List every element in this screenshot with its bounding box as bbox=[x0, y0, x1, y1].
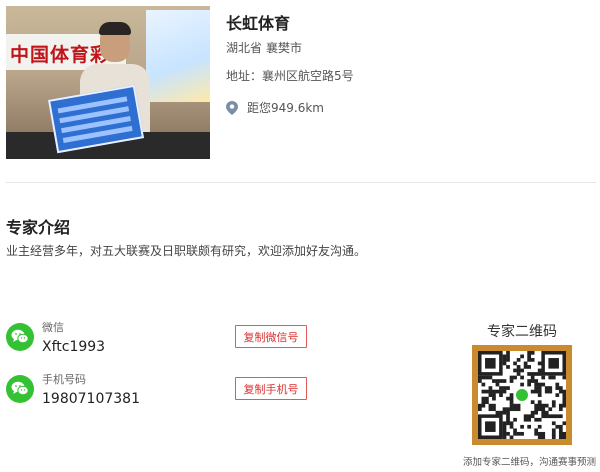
qr-finder-pattern bbox=[485, 358, 496, 369]
store-distance: 距您949.6km bbox=[226, 99, 324, 116]
qr-finder-pattern bbox=[548, 358, 559, 369]
qr-finder-pattern bbox=[485, 421, 496, 432]
copy-wechat-button[interactable]: 复制微信号 bbox=[235, 325, 307, 348]
wechat-icon bbox=[6, 323, 34, 351]
intro-title: 专家介绍 bbox=[6, 218, 71, 237]
distance-text: 距您949.6km bbox=[247, 101, 324, 115]
store-city: 襄樊市 bbox=[266, 41, 303, 55]
qr-wechat-logo-icon bbox=[516, 389, 528, 401]
photo-poster bbox=[146, 10, 210, 102]
store-photo: 中国体育彩 bbox=[6, 6, 210, 159]
wechat-label: 微信 bbox=[42, 321, 64, 334]
qr-code[interactable] bbox=[472, 345, 572, 445]
qr-title: 专家二维码 bbox=[487, 324, 557, 340]
phone-label: 手机号码 bbox=[42, 373, 86, 386]
store-region: 湖北省 襄樊市 bbox=[226, 39, 302, 56]
qr-caption: 添加专家二维码，沟通赛事预测 bbox=[462, 457, 596, 468]
intro-text: 业主经营多年，对五大联赛及日职联颇有研究，欢迎添加好友沟通。 bbox=[6, 244, 367, 258]
qr-code-image bbox=[478, 351, 567, 440]
wechat-icon bbox=[6, 375, 34, 403]
contact-phone: 手机号码 19807107381 bbox=[6, 373, 140, 409]
section-divider bbox=[6, 182, 596, 183]
store-address: 地址：襄州区航空路5号 bbox=[226, 69, 354, 83]
contact-wechat: 微信 Xftc1993 bbox=[6, 321, 105, 357]
phone-number: 19807107381 bbox=[42, 391, 140, 407]
location-pin-icon bbox=[226, 100, 238, 115]
store-province: 湖北省 bbox=[226, 41, 263, 55]
wechat-id: Xftc1993 bbox=[42, 339, 106, 355]
store-name: 长虹体育 bbox=[226, 14, 291, 33]
copy-phone-button[interactable]: 复制手机号 bbox=[235, 377, 307, 400]
